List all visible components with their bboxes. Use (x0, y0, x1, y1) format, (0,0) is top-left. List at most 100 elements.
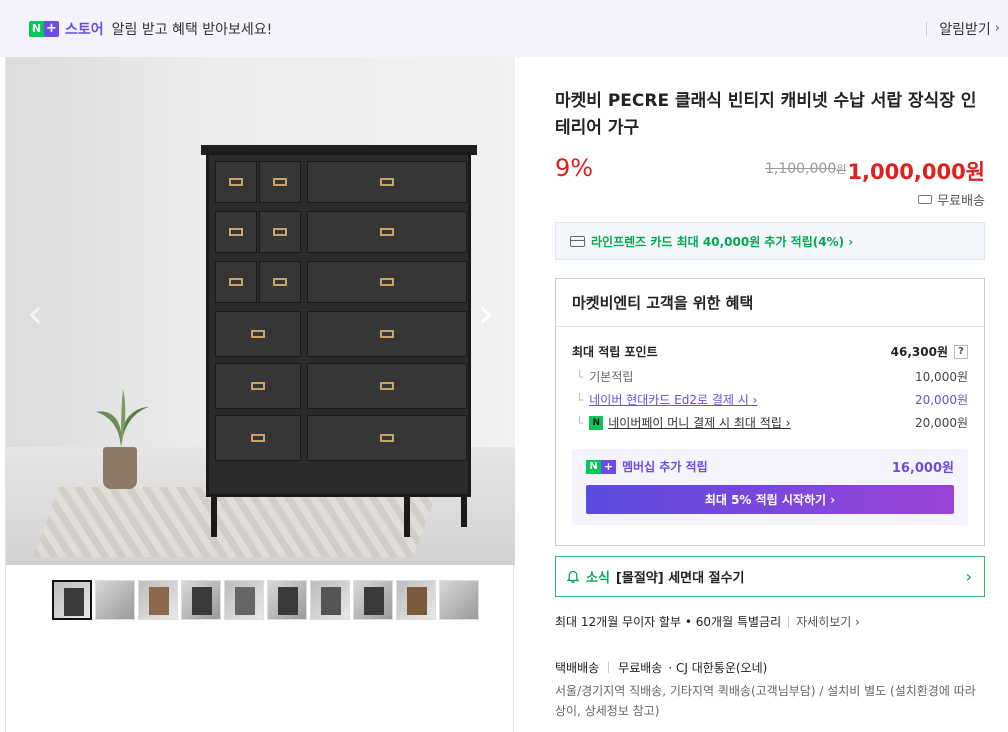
naver-plus-icon: N + (586, 459, 616, 474)
logo-store-text: 스토어 (65, 21, 104, 38)
thumbnail-8[interactable] (353, 580, 393, 620)
basic-points-row: └ 기본적립 10,000원 (572, 368, 968, 385)
card-points-row: └ 네이버 현대카드 Ed2로 결제 시 › 20,000원 (572, 391, 968, 408)
chevron-left-icon: ‹ (27, 291, 43, 337)
original-price: 1,100,000원 (765, 161, 846, 177)
image-drawer (307, 211, 467, 253)
thumbnail-2[interactable] (95, 580, 135, 620)
truck-icon (918, 195, 933, 204)
membership-value: 16,000원 (891, 461, 954, 476)
max-points-label: 최대 적립 포인트 (572, 345, 658, 359)
max-points-value: 46,300원 (890, 345, 948, 359)
delivery-description: 서울/경기지역 직배송, 기타지역 퀵배송(고객님부담) / 설치비 별도 (설… (555, 684, 976, 718)
basic-points-label: 기본적립 (589, 370, 634, 384)
thumbnail-6[interactable] (267, 580, 307, 620)
delivery-type: 택배배송 (555, 661, 600, 675)
basic-points-label-wrap: └ 기본적립 (576, 369, 634, 385)
membership-box: N + 멤버십 추가 적립 16,000원 최대 5% 적립 시작하기 › (572, 449, 968, 525)
product-main-image[interactable]: ‹ › (6, 57, 515, 565)
installment-details-link[interactable]: 자세히보기 › (796, 613, 860, 630)
help-icon[interactable]: ? (954, 344, 968, 359)
membership-label-wrap: N + 멤버십 추가 적립 (586, 458, 708, 475)
divider (788, 615, 790, 628)
notification-subscribe-button[interactable]: 알림받기 › (926, 0, 1000, 57)
bell-icon (566, 570, 580, 583)
logo-n: N (31, 22, 42, 35)
notification-label: 알림받기 (939, 21, 991, 38)
benefits-box: 마켓비엔티 고객을 위한 혜택 최대 적립 포인트 46,300원 ? └ 기본적… (555, 278, 985, 546)
thumbnail-10[interactable] (439, 580, 479, 620)
max-points-value-wrap: 46,300원 ? (891, 343, 968, 360)
sale-price: 1,000,000원 (847, 160, 985, 184)
image-drawer (307, 261, 467, 303)
npay-points-link[interactable]: 네이버페이 머니 결제 시 최대 적립 › (608, 414, 790, 431)
discount-rate: 9% (555, 154, 594, 182)
thumbnail-1[interactable] (52, 580, 92, 620)
installment-info: 최대 12개월 무이자 할부 • 60개월 특별금리 자세히보기 › (555, 613, 860, 630)
card-promo-banner[interactable]: 라인프렌즈 카드 최대 40,000원 추가 적립(4%) › (555, 222, 985, 260)
image-cabinet-leg (461, 497, 467, 527)
image-plant (96, 389, 149, 447)
thumbnail-list (52, 580, 479, 620)
card-promo-text: 라인프렌즈 카드 최대 40,000원 추가 적립(4%) › (591, 234, 854, 249)
image-drawer (307, 161, 467, 203)
image-drawer (215, 211, 257, 253)
divider (926, 21, 928, 36)
next-image-button[interactable]: › (471, 294, 501, 334)
news-text: [몰절약] 세면대 절수기 (615, 571, 745, 586)
free-shipping-label: 무료배송 (937, 194, 985, 209)
original-price-value: 1,100,000 (765, 161, 837, 177)
image-drawer (307, 311, 467, 357)
image-plant-pot (103, 447, 137, 489)
chevron-right-icon: › (965, 567, 972, 586)
banner-message: 알림 받고 혜택 받아보세요! (111, 21, 273, 38)
image-cabinet-leg (211, 497, 217, 537)
card-points-link[interactable]: 네이버 현대카드 Ed2로 결제 시 › (589, 391, 757, 408)
npay-points-value: 20,000원 (914, 416, 968, 430)
product-gallery: ‹ › (5, 57, 515, 732)
card-points-label-wrap: └ 네이버 현대카드 Ed2로 결제 시 › (576, 391, 758, 408)
image-drawer (215, 161, 257, 203)
card-points-value: 20,000원 (914, 393, 968, 407)
logo-plus: + (44, 20, 59, 37)
image-drawer (307, 415, 467, 461)
naver-plus-badge: N + (29, 20, 59, 37)
membership-start-button[interactable]: 최대 5% 적립 시작하기 › (586, 485, 954, 514)
image-drawer (259, 161, 301, 203)
image-cabinet (206, 152, 471, 497)
image-drawer (215, 415, 301, 461)
chevron-right-icon: › (994, 21, 1000, 36)
naver-pay-icon: N (589, 415, 604, 430)
membership-label: 멤버십 추가 적립 (622, 460, 708, 474)
image-cabinet-leg (404, 497, 410, 537)
image-drawer (215, 261, 257, 303)
chevron-right-icon: › (478, 291, 494, 337)
naver-plus-store-logo[interactable]: N + 스토어 (29, 19, 104, 39)
divider (608, 662, 610, 673)
prev-image-button[interactable]: ‹ (20, 294, 50, 334)
thumbnail-9[interactable] (396, 580, 436, 620)
original-price-unit: 원 (836, 163, 847, 176)
thumbnail-7[interactable] (310, 580, 350, 620)
basic-points-value: 10,000원 (914, 370, 968, 384)
store-news-banner[interactable]: 소식 [몰절약] 세면대 절수기 › (555, 556, 985, 597)
free-shipping: 무료배송 (918, 190, 985, 209)
credit-card-icon (570, 235, 585, 247)
thumbnail-4[interactable] (181, 580, 221, 620)
image-drawer (259, 211, 301, 253)
image-drawer (307, 363, 467, 409)
product-title: 마켓비 PECRE 클래식 빈티지 캐비넷 수납 서랍 장식장 인테리어 가구 (555, 91, 977, 138)
delivery-carrier: · CJ 대한통운(오네) (668, 661, 768, 675)
installment-text: 최대 12개월 무이자 할부 • 60개월 특별금리 (555, 615, 782, 629)
store-banner: N + 스토어 알림 받고 혜택 받아보세요! 알림받기 › (0, 0, 1008, 57)
npay-points-row: └ N 네이버페이 머니 결제 시 최대 적립 › 20,000원 (572, 414, 968, 431)
image-rug (33, 487, 439, 557)
delivery-fee: 무료배송 (618, 661, 663, 675)
thumbnail-3[interactable] (138, 580, 178, 620)
news-tag: 소식 (586, 571, 610, 586)
max-points-row: 최대 적립 포인트 46,300원 ? (572, 343, 968, 360)
image-drawer (215, 311, 301, 357)
benefits-heading: 마켓비엔티 고객을 위한 혜택 (556, 279, 984, 327)
delivery-info: 택배배송 무료배송 · CJ 대한통운(오네) (555, 659, 767, 676)
thumbnail-5[interactable] (224, 580, 264, 620)
